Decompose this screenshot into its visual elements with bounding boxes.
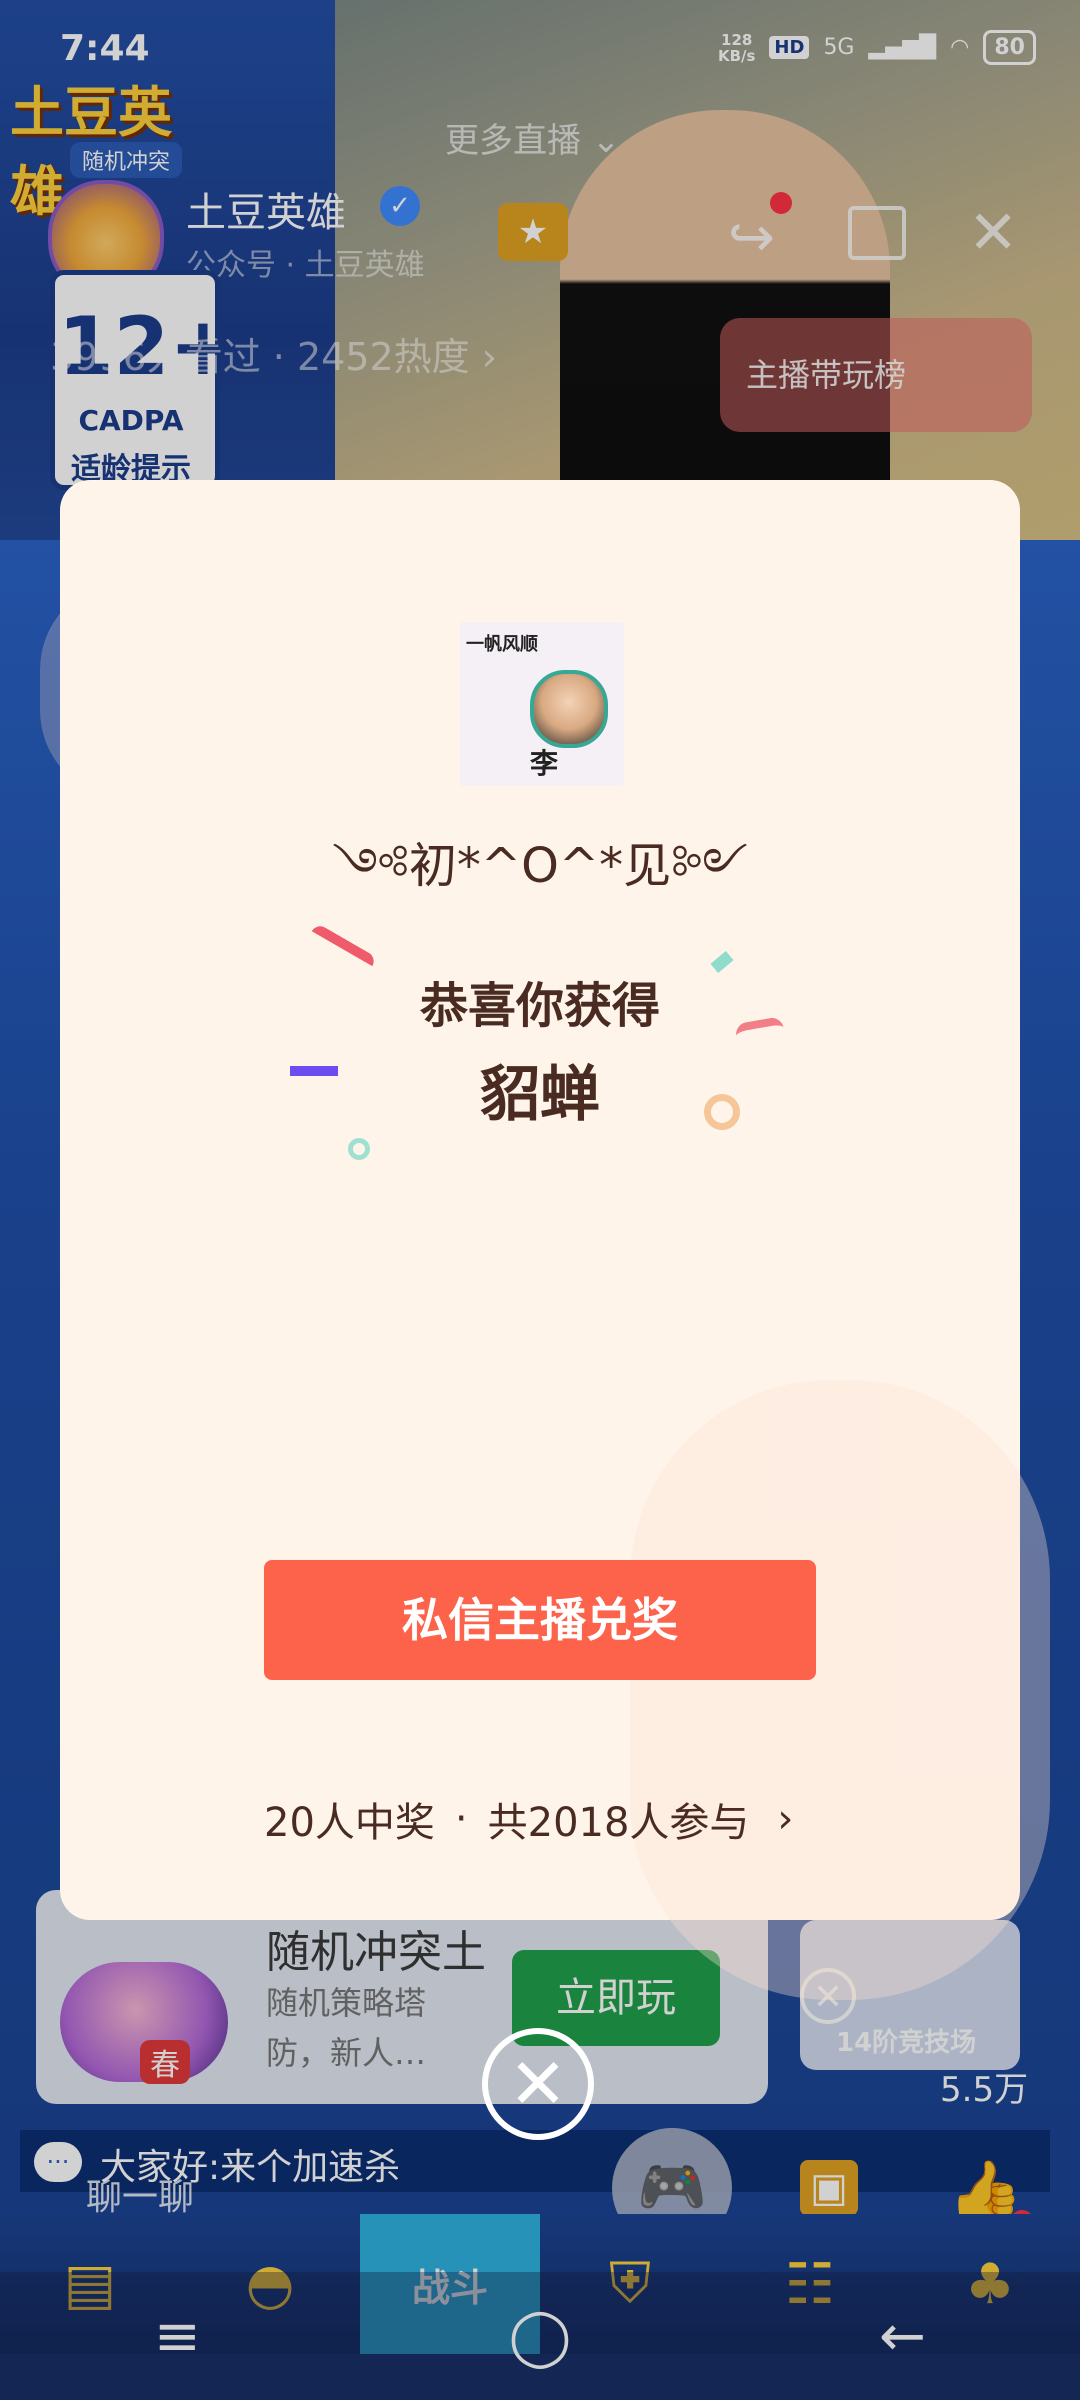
confetti (348, 1138, 370, 1160)
winner-name: ༺初*^O^*见༻ (332, 838, 748, 894)
chevron-right-icon: › (777, 1796, 794, 1842)
avatar-calligraphy: 一帆风顺 (466, 634, 538, 655)
avatar-signature: 李 (530, 747, 559, 780)
claim-prize-button[interactable]: 私信主播兑奖 (264, 1560, 816, 1680)
close-modal-button[interactable]: ✕ (482, 2028, 594, 2140)
winner-avatar-photo (530, 670, 608, 748)
participants-count: 共2018人参与 (487, 1800, 750, 1846)
winners-count: 20人中奖 (264, 1800, 435, 1846)
winners-summary-link[interactable]: 20人中奖 · 共2018人参与 › (264, 1790, 824, 1848)
congrats-text: 恭喜你获得 (419, 978, 660, 1034)
separator-dot: · (454, 1796, 468, 1842)
decor-blob (630, 1380, 1050, 2000)
winner-avatar: 一帆风顺 李 (460, 622, 624, 786)
prize-name: 貂蝉 (480, 1060, 600, 1130)
